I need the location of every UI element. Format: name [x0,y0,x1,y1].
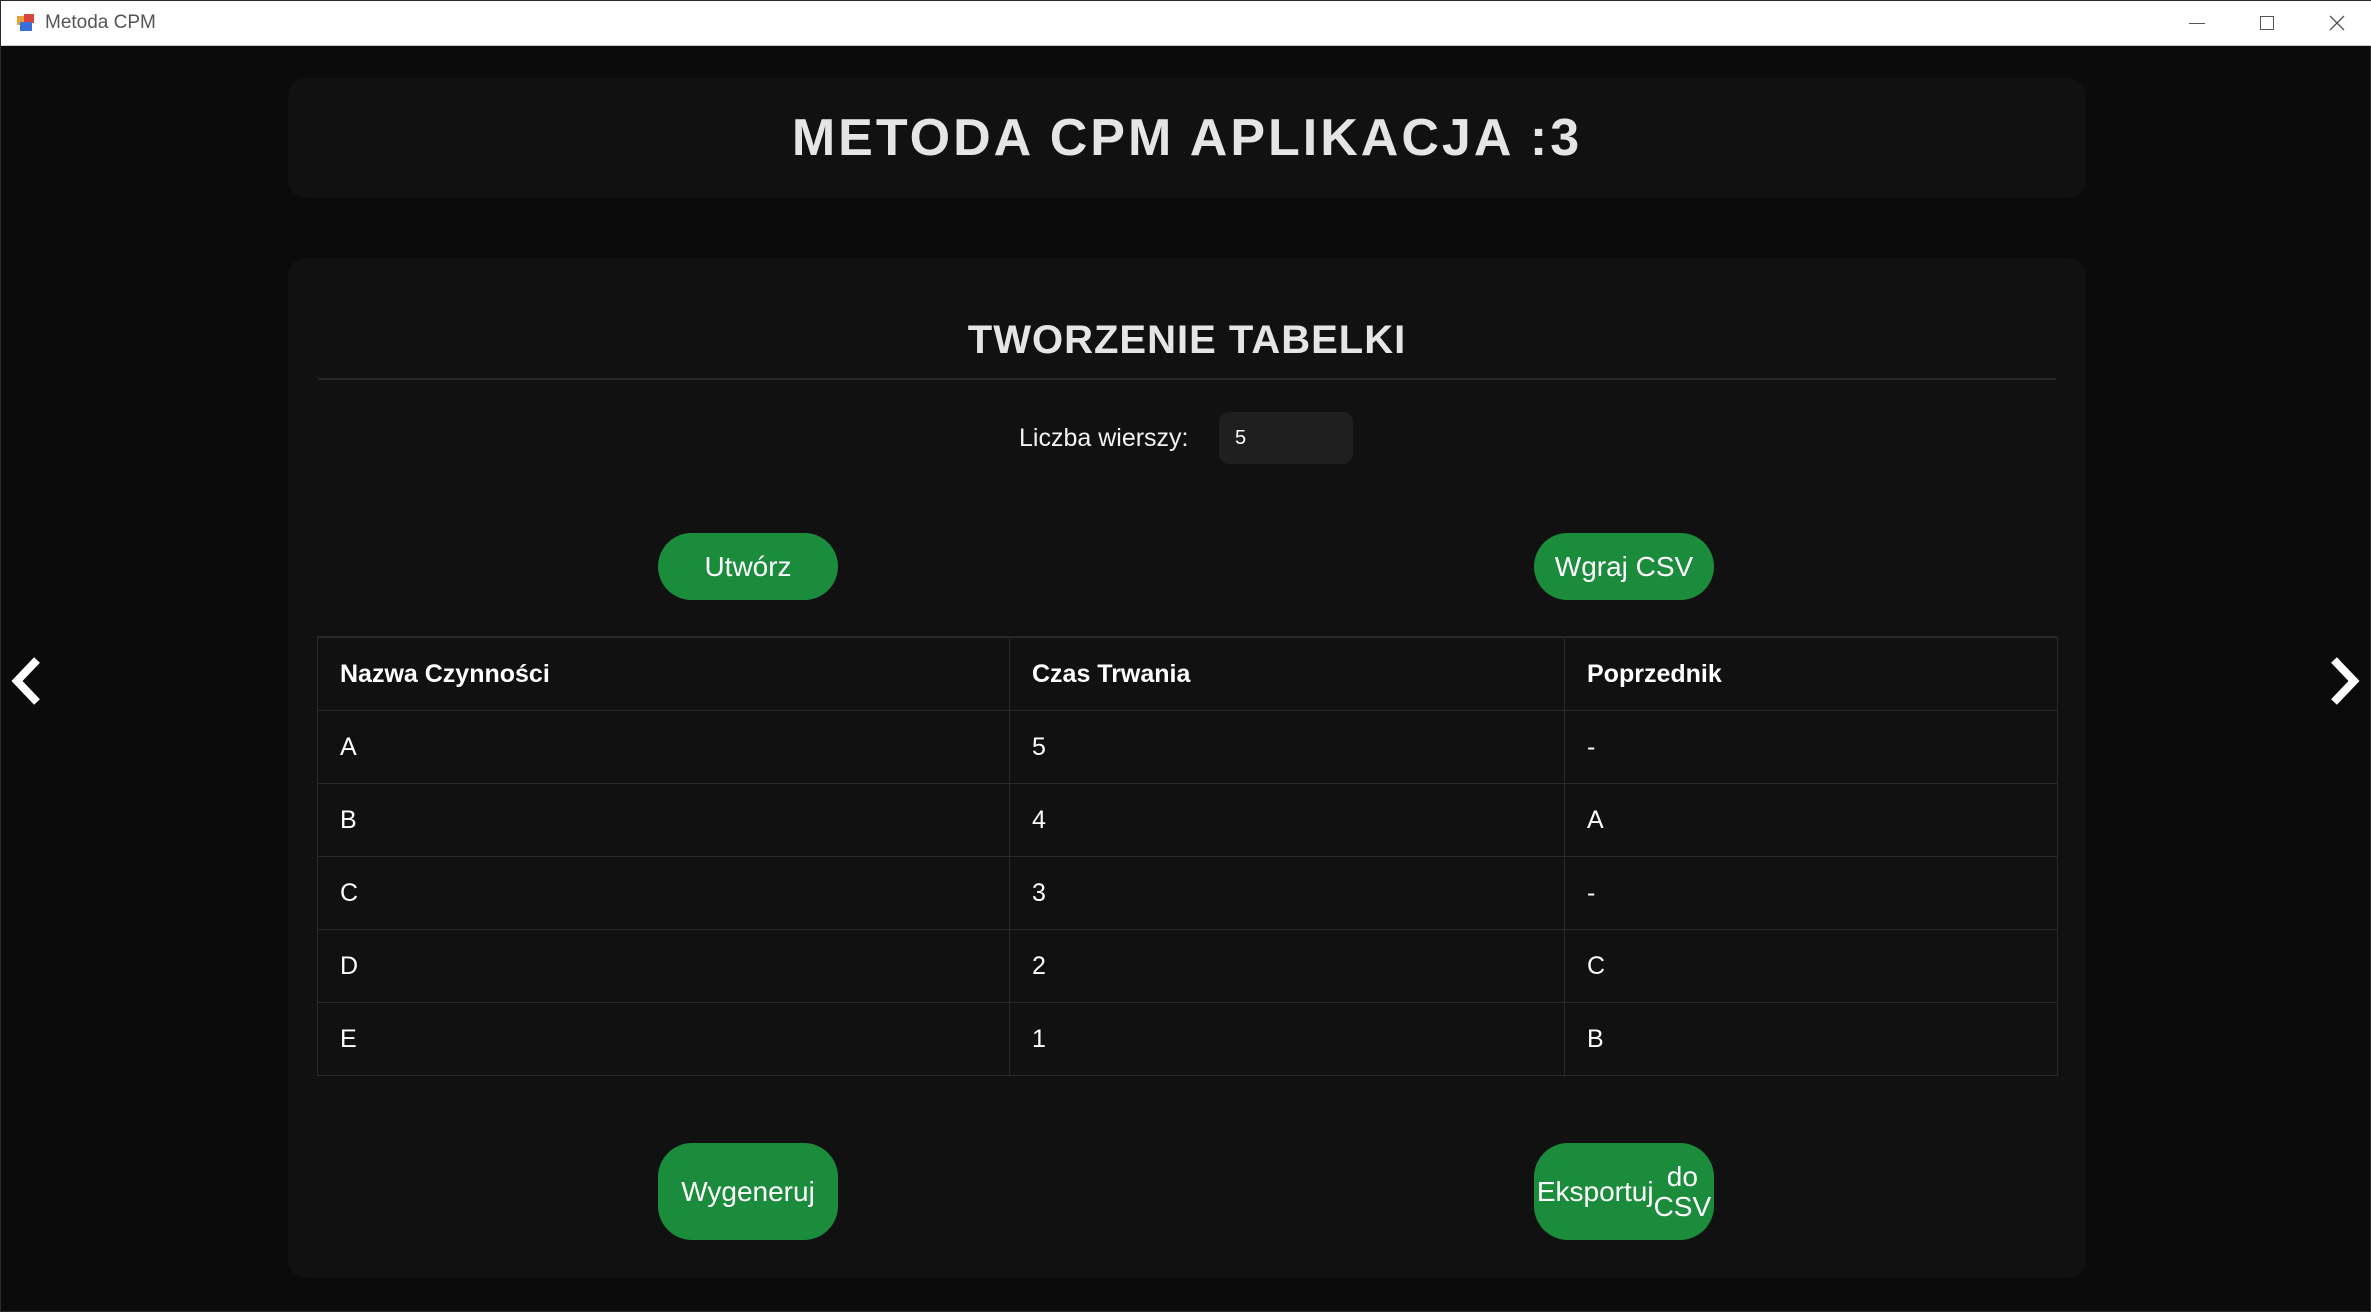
cell-name[interactable]: D [317,929,1010,1003]
table-row: D 2 C [317,929,2058,1003]
column-header-duration: Czas Trwania [1009,637,1565,711]
cell-predecessor[interactable]: - [1564,856,2058,930]
cell-duration[interactable]: 1 [1009,1002,1565,1076]
cell-name[interactable]: A [317,710,1010,784]
table-header-row: Nazwa Czynności Czas Trwania Poprzednik [317,637,2058,711]
close-icon [2329,15,2345,31]
cell-predecessor[interactable]: C [1564,929,2058,1003]
table-row: A 5 - [317,710,2058,784]
chevron-left-icon [11,657,40,705]
header-panel: METODA CPM APLIKACJA :3 [288,78,2086,198]
activities-table: Nazwa Czynności Czas Trwania Poprzednik … [317,636,2058,1076]
title-bar: Metoda CPM [1,1,2371,46]
page-title: METODA CPM APLIKACJA :3 [791,109,1583,167]
prev-page-button[interactable] [7,651,47,711]
next-page-button[interactable] [2324,651,2364,711]
cell-predecessor[interactable]: B [1564,1002,2058,1076]
cell-name[interactable]: E [317,1002,1010,1076]
table-row: B 4 A [317,783,2058,857]
close-button[interactable] [2302,1,2371,45]
minimize-button[interactable] [2162,1,2232,45]
cell-predecessor[interactable]: - [1564,710,2058,784]
cell-duration[interactable]: 3 [1009,856,1565,930]
cell-duration[interactable]: 2 [1009,929,1565,1003]
maximize-button[interactable] [2232,1,2302,45]
cell-name[interactable]: B [317,783,1010,857]
cell-duration[interactable]: 4 [1009,783,1565,857]
minimize-icon [2189,22,2205,24]
export-label-line2: do CSV [1653,1160,1712,1222]
chevron-right-icon [2331,657,2360,705]
table-row: E 1 B [317,1002,2058,1076]
cell-predecessor[interactable]: A [1564,783,2058,857]
export-label-line1: Eksportuj [1536,1175,1654,1207]
table-row: C 3 - [317,856,2058,930]
cell-name[interactable]: C [317,856,1010,930]
table-builder-panel: TWORZENIE TABELKI Liczba wierszy: Utwórz… [288,258,2086,1278]
create-button[interactable]: Utwórz [658,533,838,600]
rows-count-label: Liczba wierszy: [1019,424,1189,452]
maximize-icon [2260,16,2274,30]
section-title: TWORZENIE TABELKI [967,318,1407,362]
column-header-name: Nazwa Czynności [317,637,1010,711]
rows-count-input[interactable] [1219,412,1353,464]
app-icon [17,14,35,32]
generate-button[interactable]: Wygeneruj [658,1143,838,1240]
column-header-predecessor: Poprzednik [1564,637,2058,711]
export-csv-button[interactable]: Eksportuj do CSV [1534,1143,1714,1240]
cell-duration[interactable]: 5 [1009,710,1565,784]
divider [318,378,2056,380]
window-title: Metoda CPM [45,12,156,33]
upload-csv-button[interactable]: Wgraj CSV [1534,533,1714,600]
app-window: Metoda CPM METODA CPM APLIKACJA :3 TWORZ… [0,0,2371,1312]
